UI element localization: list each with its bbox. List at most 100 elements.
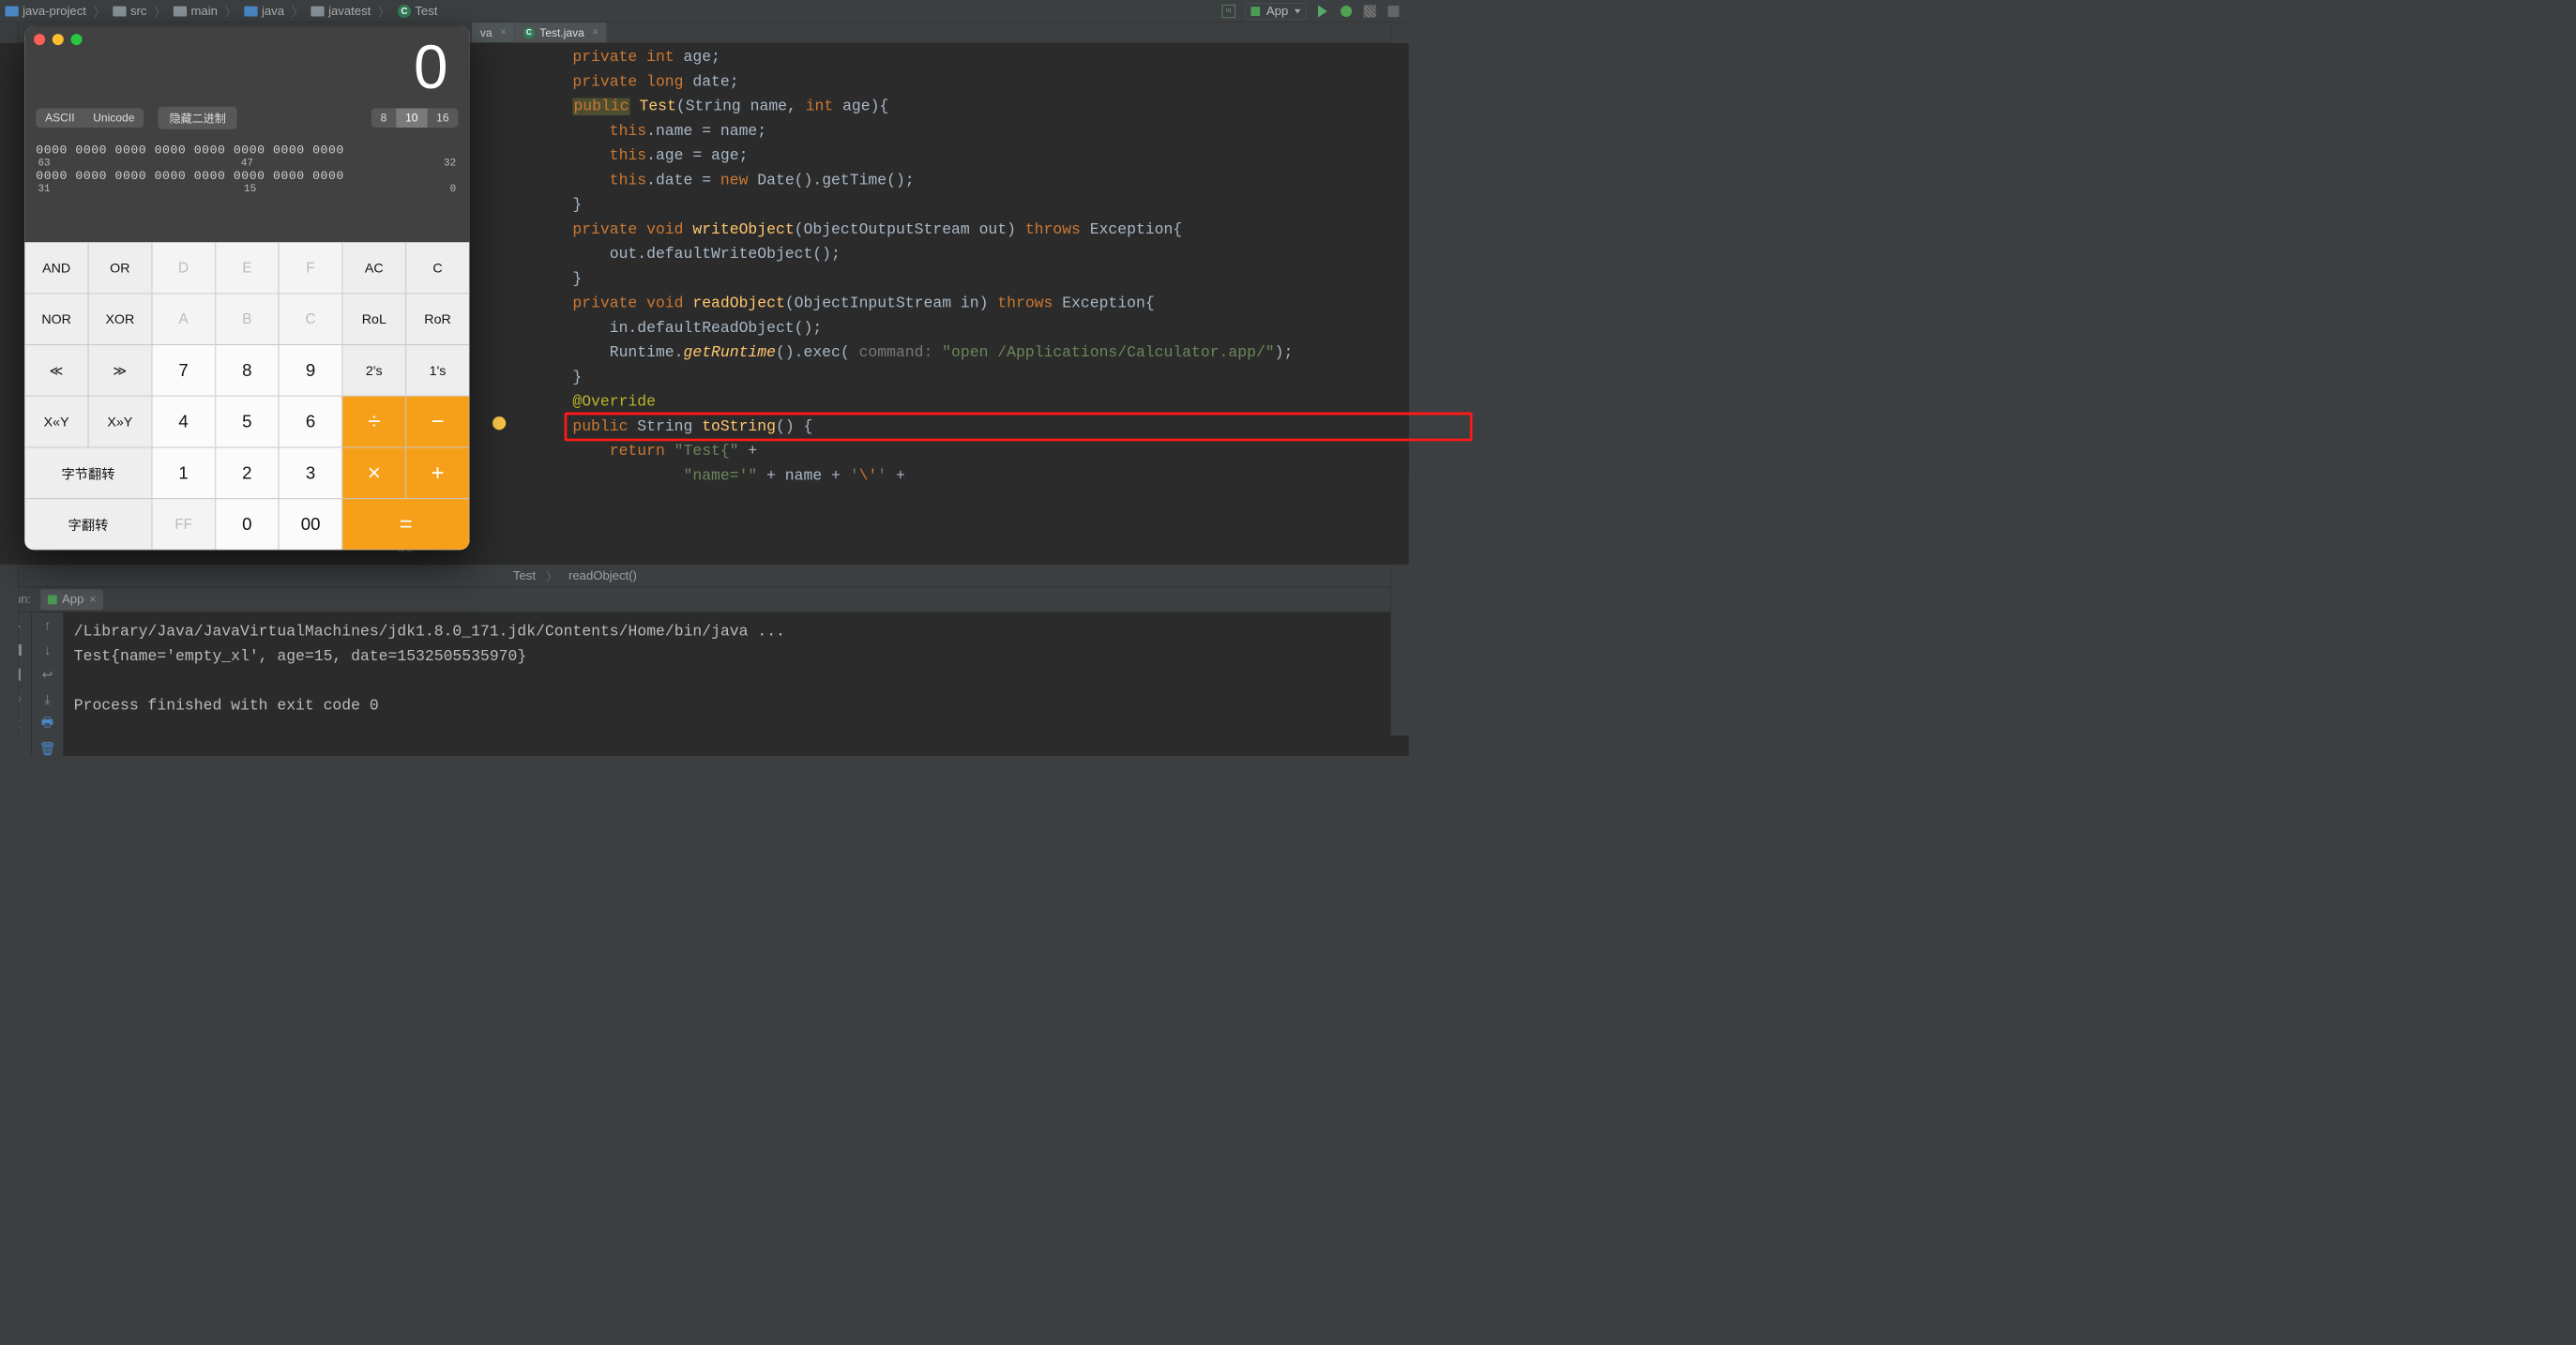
close-icon[interactable]: ×	[593, 26, 599, 38]
editor-tab[interactable]: va×	[472, 23, 515, 42]
window-fullscreen-button[interactable]	[70, 34, 82, 45]
calc-key--[interactable]: ≪	[24, 345, 88, 397]
calculator-mode-row: ASCII Unicode 隐藏二进制 8 10 16	[36, 107, 458, 129]
coverage-button[interactable]	[1363, 4, 1377, 18]
calc-key-5[interactable]: 5	[215, 396, 279, 447]
base-10[interactable]: 10	[396, 108, 427, 128]
calc-key-1-s[interactable]: 1's	[406, 345, 470, 397]
run-config-selector[interactable]: App	[1245, 3, 1306, 20]
print-icon[interactable]: 🖶	[39, 716, 54, 731]
calc-key-3[interactable]: 3	[279, 447, 342, 499]
calc-key--[interactable]: 字节翻转	[24, 447, 151, 499]
calc-key-a[interactable]: A	[152, 294, 216, 345]
breadcrumb-item[interactable]: java	[244, 4, 284, 18]
run-panel-body: ▶ ⎋ ✕ ↑ ↓ ↩ ⤓ 🖶 🗑 /Library/Java/JavaVirt…	[0, 612, 1409, 756]
run-button[interactable]	[1315, 4, 1329, 18]
bug-icon	[1341, 6, 1352, 17]
base-8[interactable]: 8	[371, 108, 396, 128]
base-segment: 8 10 16	[371, 108, 459, 128]
console-line	[74, 669, 1399, 693]
calc-key-00[interactable]: 00	[279, 499, 342, 551]
calc-key-c[interactable]: C	[406, 242, 470, 294]
folder-icon	[244, 6, 257, 16]
intention-bulb-icon[interactable]	[492, 416, 506, 430]
app-config-icon	[1251, 7, 1261, 16]
calc-key-e[interactable]: E	[215, 242, 279, 294]
chevron-right-icon: 〉	[378, 2, 390, 20]
calculator-window[interactable]: 0 ASCII Unicode 隐藏二进制 8 10 16 0000 0000 …	[24, 26, 469, 550]
calc-key-f[interactable]: F	[279, 242, 342, 294]
console-line: /Library/Java/JavaVirtualMachines/jdk1.8…	[74, 620, 1399, 644]
folder-icon	[174, 6, 187, 16]
hatch-icon	[1364, 5, 1376, 17]
calc-key-8[interactable]: 8	[215, 345, 279, 397]
binary-icon[interactable]: 01	[1221, 4, 1235, 18]
debug-button[interactable]	[1339, 4, 1353, 18]
class-icon: C	[523, 27, 535, 38]
down-arrow-icon[interactable]: ↓	[39, 642, 54, 657]
class-icon: C	[398, 5, 411, 18]
calculator-top: 0 ASCII Unicode 隐藏二进制 8 10 16 0000 0000 …	[24, 26, 469, 242]
breadcrumb-item[interactable]: javatest	[311, 4, 371, 18]
calc-key-2-s[interactable]: 2's	[342, 345, 406, 397]
chevron-right-icon: 〉	[292, 2, 304, 20]
run-config-name: App	[1266, 4, 1288, 18]
scroll-to-end-icon[interactable]: ⤓	[39, 691, 54, 706]
calc-key-or[interactable]: OR	[88, 242, 152, 294]
calc-key-ac[interactable]: AC	[342, 242, 406, 294]
close-icon[interactable]: ×	[500, 26, 506, 38]
trash-icon[interactable]: 🗑	[39, 741, 54, 756]
calc-key--[interactable]: ÷	[342, 396, 406, 447]
calc-key-6[interactable]: 6	[279, 396, 342, 447]
hide-binary-button[interactable]: 隐藏二进制	[159, 107, 237, 129]
play-icon	[1318, 5, 1327, 17]
calc-key-9[interactable]: 9	[279, 345, 342, 397]
mode-ascii[interactable]: ASCII	[36, 108, 83, 128]
calc-key-ff[interactable]: FF	[152, 499, 216, 551]
calc-key-x-y[interactable]: X»Y	[88, 396, 152, 447]
context-method[interactable]: readObject()	[568, 568, 637, 582]
calc-key-ror[interactable]: RoR	[406, 294, 470, 345]
window-close-button[interactable]	[34, 34, 45, 45]
context-class[interactable]: Test	[513, 568, 536, 582]
chevron-right-icon: 〉	[546, 567, 558, 584]
up-arrow-icon[interactable]: ↑	[39, 617, 54, 632]
breadcrumb-item[interactable]: main	[174, 4, 218, 18]
base-16[interactable]: 16	[427, 108, 458, 128]
close-icon[interactable]: ×	[89, 593, 97, 607]
calc-key--[interactable]: ×	[342, 447, 406, 499]
breadcrumb-item[interactable]: java-project	[5, 4, 85, 18]
editor-tab[interactable]: CTest.java×	[515, 23, 607, 42]
calc-key-d[interactable]: D	[152, 242, 216, 294]
calc-key-7[interactable]: 7	[152, 345, 216, 397]
breadcrumb-item[interactable]: CTest	[398, 4, 438, 18]
breadcrumbs: java-project〉 src〉 main〉 java〉 javatest〉…	[5, 2, 437, 20]
calc-key--[interactable]: =	[342, 499, 469, 551]
calc-key-nor[interactable]: NOR	[24, 294, 88, 345]
calc-key--[interactable]: +	[406, 447, 470, 499]
calc-key-and[interactable]: AND	[24, 242, 88, 294]
run-panel-tab[interactable]: App ×	[40, 589, 103, 610]
calc-key-x-y[interactable]: X«Y	[24, 396, 88, 447]
console-line: Test{name='empty_xl', age=15, date=15325…	[74, 644, 1399, 669]
folder-icon	[311, 6, 324, 16]
calc-key--[interactable]: ≫	[88, 345, 152, 397]
calculator-display: 0	[36, 34, 458, 100]
calc-key-2[interactable]: 2	[215, 447, 279, 499]
calc-key-4[interactable]: 4	[152, 396, 216, 447]
breadcrumb-item[interactable]: src	[113, 4, 146, 18]
calc-key--[interactable]: 字翻转	[24, 499, 151, 551]
mode-unicode[interactable]: Unicode	[83, 108, 144, 128]
wrap-icon[interactable]: ↩	[39, 667, 54, 682]
encoding-segment: ASCII Unicode	[36, 108, 144, 128]
stop-button[interactable]	[1386, 4, 1401, 18]
calc-key-b[interactable]: B	[215, 294, 279, 345]
window-minimize-button[interactable]	[53, 34, 64, 45]
calc-key-xor[interactable]: XOR	[88, 294, 152, 345]
calc-key-1[interactable]: 1	[152, 447, 216, 499]
calc-key-rol[interactable]: RoL	[342, 294, 406, 345]
calc-key-0[interactable]: 0	[215, 499, 279, 551]
console-output[interactable]: /Library/Java/JavaVirtualMachines/jdk1.8…	[64, 612, 1409, 756]
calc-key-c[interactable]: C	[279, 294, 342, 345]
calc-key--[interactable]: −	[406, 396, 470, 447]
